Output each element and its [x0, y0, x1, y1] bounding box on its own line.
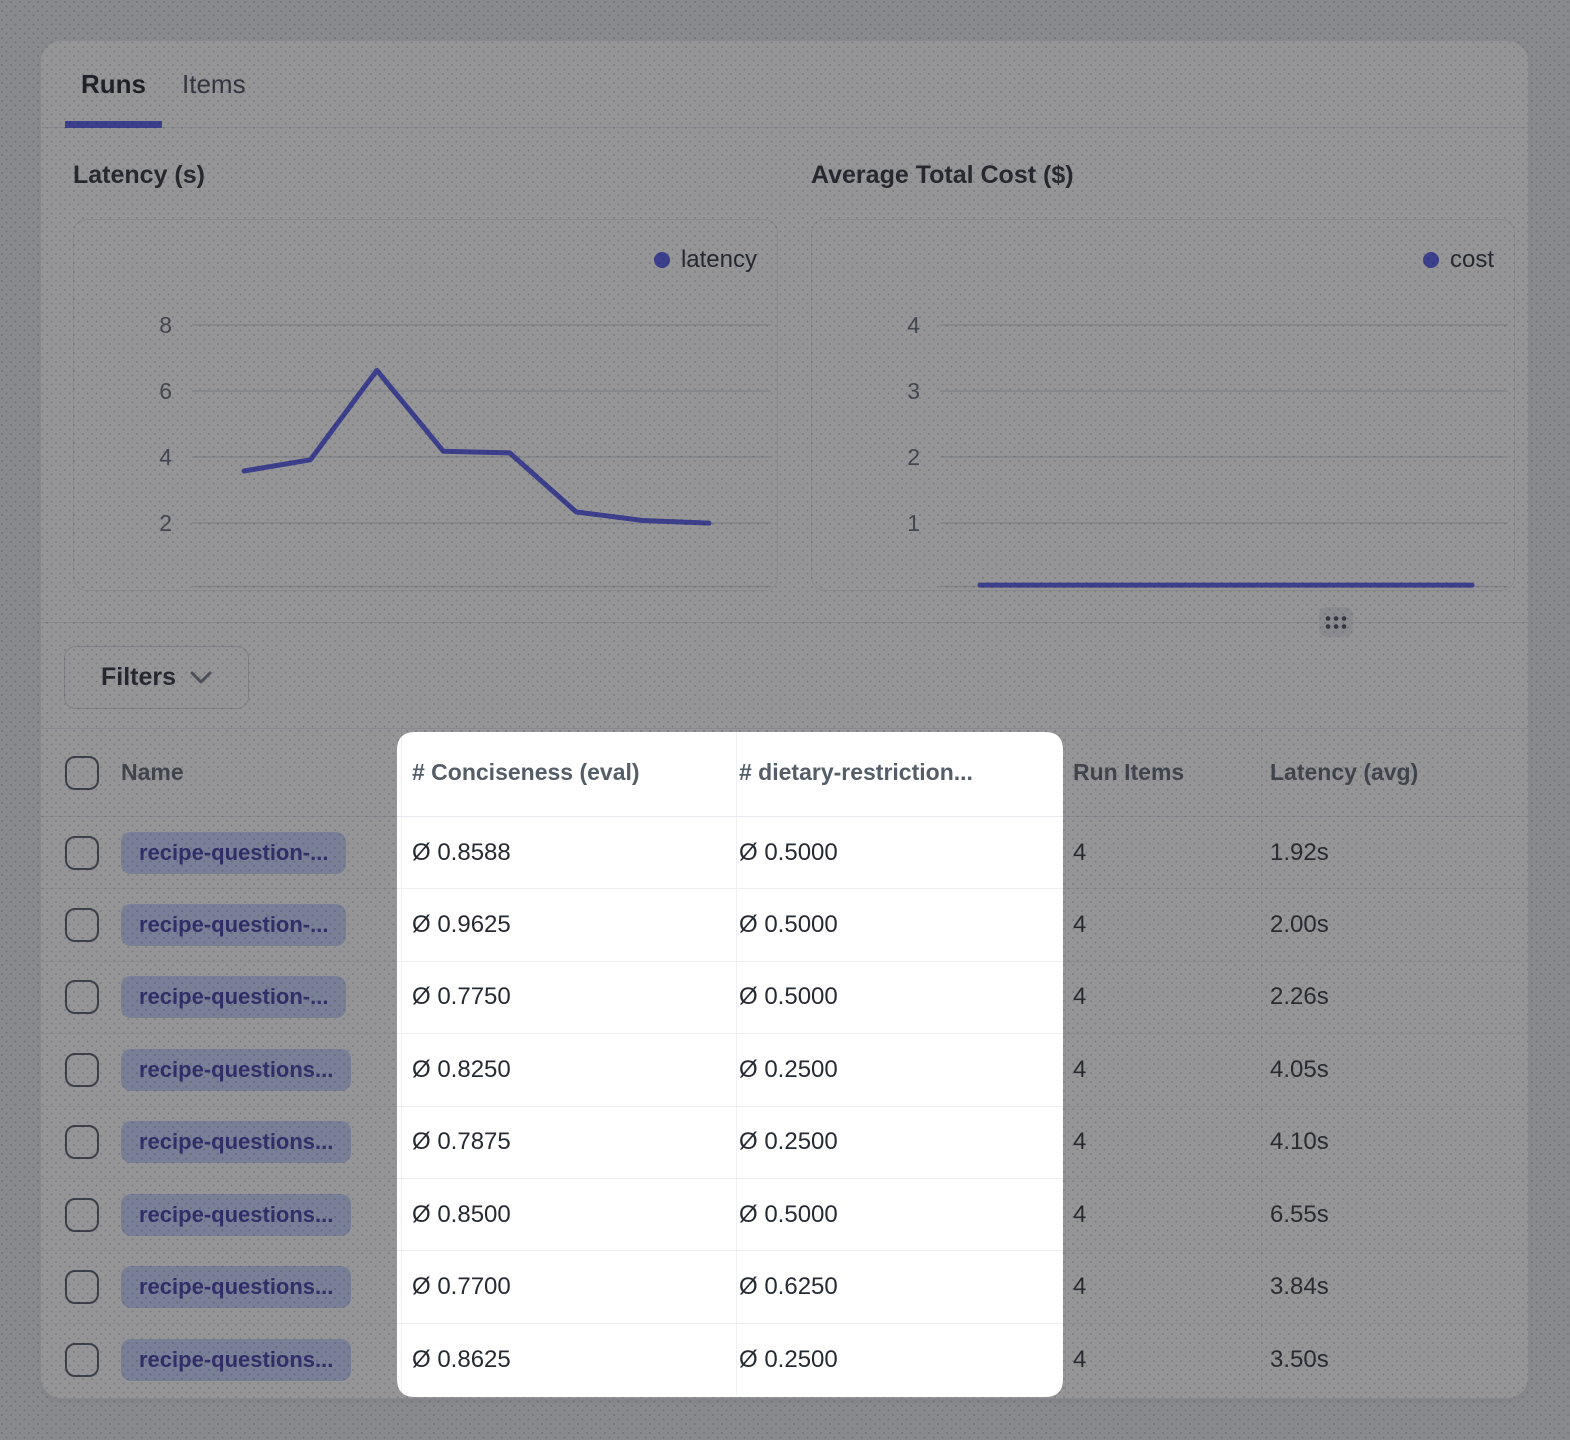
run-name-badge[interactable]: recipe-questions... [121, 1266, 351, 1308]
run-name-badge[interactable]: recipe-questions... [121, 1194, 351, 1236]
score-dietary-restriction-cell: Ø 0.2500 [736, 1107, 1065, 1178]
column-header-latency-avg[interactable]: Latency (avg) [1261, 729, 1528, 816]
runs-panel: Runs Items Latency (s) Average Total Cos… [40, 40, 1529, 1399]
run-items-cell: 4 [1065, 1251, 1261, 1322]
latency-legend-dot-icon [654, 252, 670, 268]
table-row[interactable]: recipe-question-... Ø 0.7750Ø 0.500042.26… [41, 962, 1528, 1034]
latency-avg-cell: 1.92s [1261, 817, 1528, 888]
filters-button-label: Filters [101, 663, 176, 692]
cost-legend-label: cost [1450, 246, 1494, 274]
run-name-badge[interactable]: recipe-question-... [121, 832, 346, 874]
run-items-cell: 4 [1065, 1107, 1261, 1178]
svg-text:1: 1 [907, 510, 920, 536]
score-dietary-restriction-cell: Ø 0.5000 [736, 1179, 1065, 1250]
table-body: recipe-question-...Ø 0.8588Ø 0.500041.92… [41, 817, 1528, 1396]
row-checkbox[interactable] [65, 1343, 99, 1377]
cost-chart-title: Average Total Cost ($) [811, 161, 1074, 190]
run-items-cell: 4 [1065, 817, 1261, 888]
tab-runs[interactable]: Runs [65, 41, 162, 127]
filters-button[interactable]: Filters [64, 646, 249, 709]
row-checkbox[interactable] [65, 836, 99, 870]
run-name-badge[interactable]: recipe-questions... [121, 1049, 351, 1091]
table-row[interactable]: recipe-questions... Ø 0.8250Ø 0.250044.05… [41, 1034, 1528, 1106]
run-items-cell: 4 [1065, 889, 1261, 960]
latency-chart-title: Latency (s) [73, 161, 205, 190]
score-dietary-restriction-cell: Ø 0.5000 [736, 889, 1065, 960]
cost-chart: 1 2 3 4 cost [811, 219, 1515, 591]
row-checkbox[interactable] [65, 1270, 99, 1304]
table-row[interactable]: recipe-questions... Ø 0.8625Ø 0.250043.50… [41, 1324, 1528, 1396]
table-header-row: Name # Conciseness (eval) # dietary-rest… [41, 729, 1528, 817]
score-conciseness-cell: Ø 0.8250 [401, 1034, 736, 1105]
latency-avg-cell: 3.84s [1261, 1251, 1528, 1322]
table-row[interactable]: recipe-questions... Ø 0.8500Ø 0.500046.55… [41, 1179, 1528, 1251]
row-checkbox[interactable] [65, 1125, 99, 1159]
score-dietary-restriction-cell: Ø 0.6250 [736, 1251, 1065, 1322]
score-dietary-restriction-cell: Ø 0.5000 [736, 962, 1065, 1033]
score-conciseness-cell: Ø 0.8588 [401, 817, 736, 888]
column-header-dietary-restriction[interactable]: # dietary-restriction... [736, 729, 1065, 816]
latency-chart: 2 4 6 8 latency [73, 219, 778, 591]
latency-avg-cell: 4.10s [1261, 1107, 1528, 1178]
score-conciseness-cell: Ø 0.9625 [401, 889, 736, 960]
svg-text:6: 6 [159, 378, 172, 404]
score-dietary-restriction-cell: Ø 0.2500 [736, 1324, 1065, 1396]
run-items-cell: 4 [1065, 962, 1261, 1033]
latency-avg-cell: 4.05s [1261, 1034, 1528, 1105]
runs-table: Name # Conciseness (eval) # dietary-rest… [41, 728, 1528, 1398]
latency-legend-label: latency [681, 246, 757, 274]
table-row[interactable]: recipe-questions... Ø 0.7700Ø 0.625043.84… [41, 1251, 1528, 1323]
run-name-badge[interactable]: recipe-questions... [121, 1339, 351, 1381]
row-checkbox[interactable] [65, 908, 99, 942]
cost-legend: cost [1423, 246, 1494, 274]
tab-items[interactable]: Items [166, 41, 262, 127]
cost-line-chart: 1 2 3 4 [812, 220, 1514, 589]
drag-dots-icon [1324, 614, 1348, 631]
run-name-badge[interactable]: recipe-question-... [121, 976, 346, 1018]
resize-drag-handle[interactable] [1319, 607, 1353, 637]
run-items-cell: 4 [1065, 1324, 1261, 1396]
column-header-run-items[interactable]: Run Items [1065, 729, 1261, 816]
row-checkbox[interactable] [65, 1198, 99, 1232]
svg-text:2: 2 [159, 510, 172, 536]
latency-line-chart: 2 4 6 8 [74, 220, 777, 589]
chevron-down-icon [190, 671, 212, 685]
column-header-conciseness[interactable]: # Conciseness (eval) [401, 729, 736, 816]
svg-text:4: 4 [159, 444, 172, 470]
latency-avg-cell: 6.55s [1261, 1179, 1528, 1250]
run-name-badge[interactable]: recipe-question-... [121, 904, 346, 946]
latency-avg-cell: 2.26s [1261, 962, 1528, 1033]
app-root: Runs Items Latency (s) Average Total Cos… [0, 0, 1570, 1440]
svg-text:3: 3 [907, 378, 920, 404]
svg-text:2: 2 [907, 444, 920, 470]
cost-legend-dot-icon [1423, 252, 1439, 268]
tab-bar: Runs Items [41, 41, 1528, 128]
run-items-cell: 4 [1065, 1034, 1261, 1105]
score-conciseness-cell: Ø 0.7750 [401, 962, 736, 1033]
run-name-badge[interactable]: recipe-questions... [121, 1121, 351, 1163]
latency-avg-cell: 2.00s [1261, 889, 1528, 960]
svg-text:4: 4 [907, 312, 920, 338]
latency-legend: latency [654, 246, 757, 274]
section-divider [41, 622, 1528, 623]
score-conciseness-cell: Ø 0.8500 [401, 1179, 736, 1250]
table-row[interactable]: recipe-question-... Ø 0.9625Ø 0.500042.00… [41, 889, 1528, 961]
row-checkbox[interactable] [65, 1053, 99, 1087]
svg-text:8: 8 [159, 312, 172, 338]
score-conciseness-cell: Ø 0.7875 [401, 1107, 736, 1178]
score-conciseness-cell: Ø 0.7700 [401, 1251, 736, 1322]
table-row[interactable]: recipe-question-... Ø 0.8588Ø 0.500041.92… [41, 817, 1528, 889]
column-header-name[interactable]: Name [99, 729, 401, 816]
score-dietary-restriction-cell: Ø 0.5000 [736, 817, 1065, 888]
select-all-checkbox[interactable] [65, 756, 99, 790]
score-conciseness-cell: Ø 0.8625 [401, 1324, 736, 1396]
run-items-cell: 4 [1065, 1179, 1261, 1250]
table-row[interactable]: recipe-questions... Ø 0.7875Ø 0.250044.10… [41, 1107, 1528, 1179]
score-dietary-restriction-cell: Ø 0.2500 [736, 1034, 1065, 1105]
row-checkbox[interactable] [65, 980, 99, 1014]
latency-avg-cell: 3.50s [1261, 1324, 1528, 1396]
